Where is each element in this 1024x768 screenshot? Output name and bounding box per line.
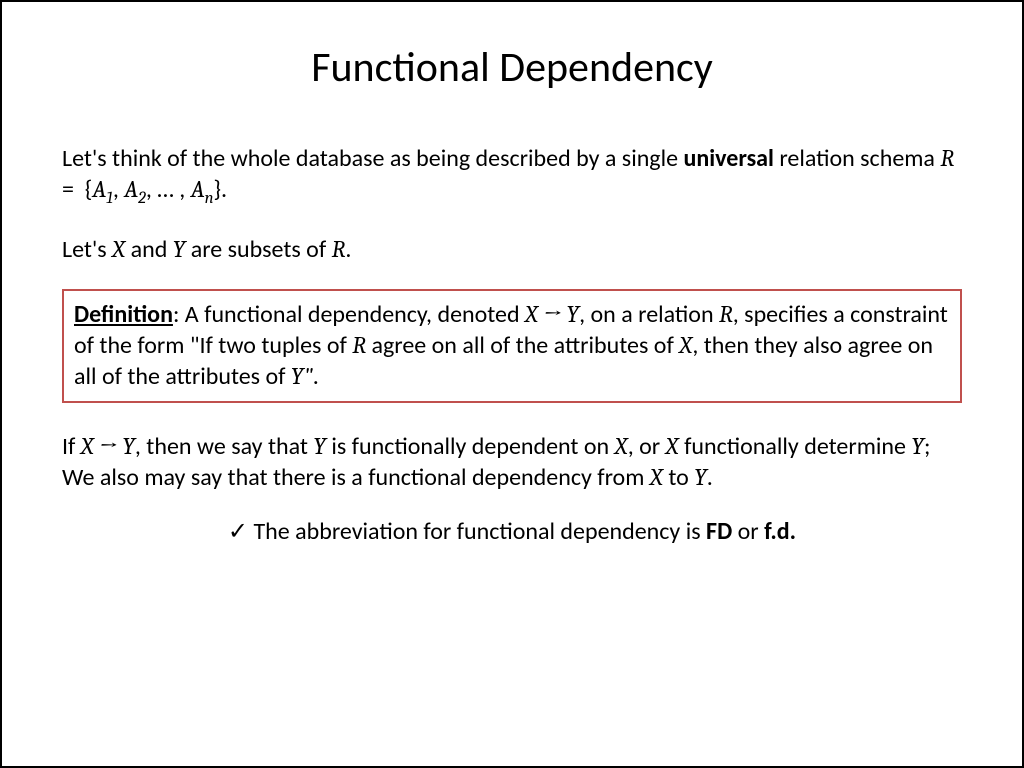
math-A1: A	[92, 175, 106, 203]
paragraph-abbreviation: ✓ The abbreviation for functional depend…	[62, 517, 962, 546]
text: , … ,	[146, 175, 191, 204]
math-R: R	[352, 331, 366, 359]
math-Y: Y	[173, 235, 186, 263]
text: Let's think of the whole database as bei…	[62, 144, 683, 173]
text: are subsets of	[185, 235, 331, 264]
definition-label: Definition	[74, 300, 173, 329]
text: , then we say that	[135, 432, 313, 461]
text: , on a relation	[579, 300, 719, 329]
sub-n: n	[205, 189, 214, 208]
sub-2: 2	[138, 189, 146, 208]
text: functionally determine	[679, 432, 912, 461]
text: or	[732, 517, 764, 546]
slide-frame: Functional Dependency Let's think of the…	[0, 0, 1024, 768]
text: = {	[62, 175, 92, 204]
text: .	[313, 362, 319, 391]
abbrev-fd: f.d.	[764, 517, 796, 546]
math-R: R	[332, 235, 346, 263]
paragraph-definition: Definition: A functional dependency, den…	[74, 299, 950, 393]
math-Y: Y	[694, 463, 707, 491]
text: is functionally dependent on	[326, 432, 615, 461]
math-X: X	[650, 463, 663, 491]
text: }.	[214, 175, 228, 204]
math-schema: R	[940, 144, 954, 172]
sub-1: 1	[106, 189, 113, 208]
text: If	[62, 432, 81, 461]
text: relation schema	[774, 144, 940, 173]
math-X: X	[666, 432, 679, 460]
text: , or	[628, 432, 666, 461]
math-An: A	[191, 175, 205, 203]
math-X: X	[679, 331, 692, 359]
paragraph-dependent: If X → Y, then we say that Y is function…	[62, 431, 962, 493]
slide-content: Let's think of the whole database as bei…	[2, 143, 1022, 546]
paragraph-subsets: Let's X and Y are subsets of R.	[62, 234, 962, 265]
text: .	[707, 463, 713, 492]
math-A2: A	[124, 175, 138, 203]
definition-box: Definition: A functional dependency, den…	[62, 289, 962, 403]
math-XtoY: X → Y	[525, 300, 579, 328]
text: to	[663, 463, 694, 492]
math-Y: Y	[911, 432, 924, 460]
text: Let's	[62, 235, 112, 264]
text: The abbreviation for functional dependen…	[248, 517, 706, 546]
math-Y: Y	[313, 432, 326, 460]
checkmark-icon: ✓	[228, 518, 248, 545]
text: .	[345, 235, 351, 264]
abbrev-FD: FD	[706, 517, 732, 546]
text: : A functional dependency, denoted	[173, 300, 525, 329]
math-XtoY: X → Y	[81, 432, 135, 460]
math-X: X	[615, 432, 628, 460]
text: ,	[113, 175, 124, 204]
slide-title: Functional Dependency	[2, 42, 1022, 93]
text: agree on all of the attributes of	[366, 331, 679, 360]
math-Y: Y"	[291, 362, 313, 390]
bold-universal: universal	[683, 144, 773, 173]
text: and	[125, 235, 173, 264]
paragraph-universal-schema: Let's think of the whole database as bei…	[62, 143, 962, 210]
math-R: R	[719, 300, 733, 328]
math-X: X	[112, 235, 125, 263]
